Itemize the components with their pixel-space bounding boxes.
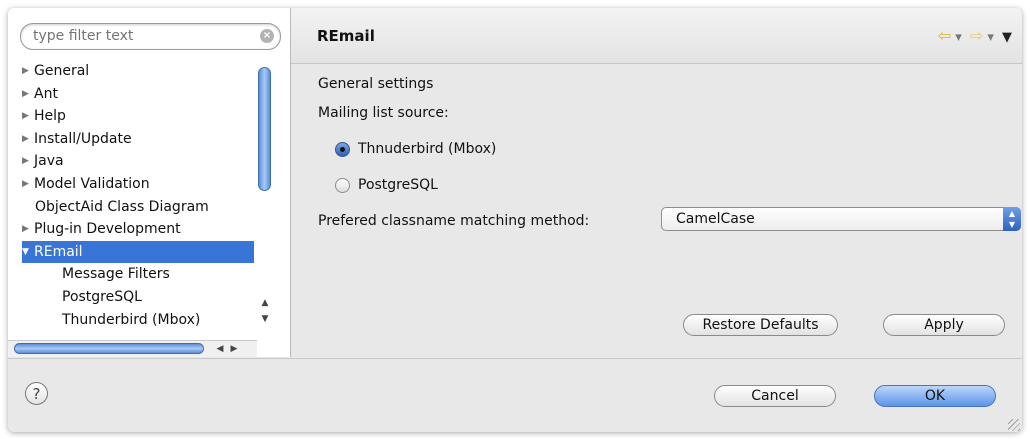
tree-item-label: Help — [34, 108, 66, 125]
tree-item-label: Install/Update — [34, 130, 132, 147]
tree-vertical-scrollbar[interactable]: ▲ ▼ — [257, 60, 273, 342]
expand-arrow-icon[interactable]: ▶ — [22, 150, 34, 172]
page-title: REmail — [317, 27, 375, 45]
scroll-left-arrow-icon[interactable]: ◀ — [214, 342, 226, 356]
scroll-right-arrow-icon[interactable]: ▶ — [228, 342, 240, 356]
restore-defaults-button[interactable]: Restore Defaults — [683, 314, 838, 336]
scroll-up-arrow-icon[interactable]: ▲ — [257, 296, 273, 310]
back-arrow-icon[interactable]: ⇦ — [938, 26, 951, 45]
preference-page: REmail ⇦ ▾ ⇨ ▾ ▼ General settings Mailing … — [291, 8, 1022, 357]
expand-arrow-icon[interactable]: ▶ — [22, 60, 34, 82]
scroll-down-arrow-icon[interactable]: ▼ — [257, 312, 273, 326]
clear-filter-icon[interactable]: × — [260, 29, 274, 43]
mailing-list-source-label: Mailing list source: — [318, 105, 449, 121]
preferences-window: × ▶General ▶Ant ▶Help ▶Install/Update ▶J… — [8, 8, 1022, 432]
radio-thunderbird-label: Thnuderbird (Mbox) — [358, 141, 497, 157]
tree-horizontal-scrollbar[interactable]: ◀ ▶ — [8, 340, 257, 357]
back-dropdown-icon[interactable]: ▾ — [955, 30, 962, 45]
expand-arrow-icon[interactable]: ▶ — [22, 128, 34, 150]
matching-method-label: Prefered classname matching method: — [318, 213, 590, 229]
expand-arrow-icon[interactable]: ▶ — [22, 83, 34, 105]
resize-grip-icon[interactable] — [1008, 419, 1020, 431]
apply-button[interactable]: Apply — [883, 314, 1005, 336]
tree-item-label: Thunderbird (Mbox) — [62, 311, 201, 328]
dialog-button-bar: ? Cancel OK — [8, 358, 1022, 432]
tree-item-label: Java — [34, 153, 64, 170]
tree-item-general[interactable]: ▶ General — [22, 60, 254, 83]
view-menu-icon[interactable]: ▼ — [1002, 30, 1012, 45]
tree-item-objectaid[interactable]: ObjectAid Class Diagram — [22, 196, 254, 219]
cancel-button[interactable]: Cancel — [714, 385, 836, 407]
expand-arrow-icon[interactable]: ▶ — [22, 218, 34, 240]
preferences-tree: ▶ General ▶ Ant ▶ Help ▶ Install/Update ▶ Jav… — [22, 60, 254, 342]
collapse-arrow-icon[interactable]: ▼ — [22, 241, 34, 263]
tree-item-postgresql[interactable]: PostgreSQL — [22, 286, 254, 309]
ok-button[interactable]: OK — [874, 385, 996, 407]
tree-item-label: Ant — [34, 85, 58, 102]
radio-thunderbird[interactable]: Thnuderbird (Mbox) — [335, 141, 496, 157]
filter-field[interactable]: × — [20, 23, 281, 50]
filter-input[interactable] — [33, 27, 243, 45]
tree-item-message-filters[interactable]: Message Filters — [22, 263, 254, 286]
horizontal-scroll-thumb[interactable] — [14, 343, 204, 354]
tree-item-java[interactable]: ▶ Java — [22, 150, 254, 173]
expand-arrow-icon[interactable]: ▶ — [22, 105, 34, 127]
tree-item-label: General — [34, 63, 90, 79]
tree-item-label: Model Validation — [34, 175, 150, 192]
tree-item-help[interactable]: ▶ Help — [22, 105, 254, 128]
tree-item-remail[interactable]: ▼ REmail — [22, 240, 254, 264]
tree-item-label: Message Filters — [62, 266, 170, 283]
radio-button-selected[interactable] — [335, 141, 350, 157]
page-header: REmail ⇦ ▾ ⇨ ▾ ▼ — [291, 8, 1022, 64]
general-settings-label: General settings — [318, 76, 434, 92]
tree-item-label: REmail — [34, 243, 83, 260]
tree-item-label: Plug-in Development — [34, 221, 181, 238]
help-icon[interactable]: ? — [25, 382, 48, 405]
expand-arrow-icon[interactable]: ▶ — [22, 173, 34, 195]
preferences-tree-pane: × ▶General ▶Ant ▶Help ▶Install/Update ▶J… — [8, 8, 291, 357]
tree-item-install-update[interactable]: ▶ Install/Update — [22, 128, 254, 151]
tree-item-thunderbird[interactable]: Thunderbird (Mbox) — [22, 309, 254, 332]
forward-arrow-icon[interactable]: ⇨ — [970, 26, 983, 45]
radio-postgresql[interactable]: PostgreSQL — [335, 177, 438, 193]
radio-postgresql-label: PostgreSQL — [358, 177, 438, 193]
tree-item-model-validation[interactable]: ▶ Model Validation — [22, 173, 254, 196]
tree-item-label: PostgreSQL — [62, 288, 142, 305]
radio-button[interactable] — [335, 177, 350, 193]
tree-item-label: ObjectAid Class Diagram — [35, 198, 209, 215]
select-stepper-icon[interactable]: ▲ ▼ — [1003, 207, 1021, 231]
matching-method-value: CamelCase — [676, 211, 755, 227]
vertical-scroll-thumb[interactable] — [258, 67, 271, 191]
matching-method-select[interactable]: CamelCase ▲ ▼ — [661, 207, 1021, 231]
tree-item-plugin-development[interactable]: ▶ Plug-in Development — [22, 218, 254, 241]
forward-dropdown-icon[interactable]: ▾ — [987, 30, 994, 45]
history-navigation: ⇦ ▾ ⇨ ▾ ▼ — [934, 26, 1012, 45]
tree-item-ant[interactable]: ▶ Ant — [22, 83, 254, 106]
